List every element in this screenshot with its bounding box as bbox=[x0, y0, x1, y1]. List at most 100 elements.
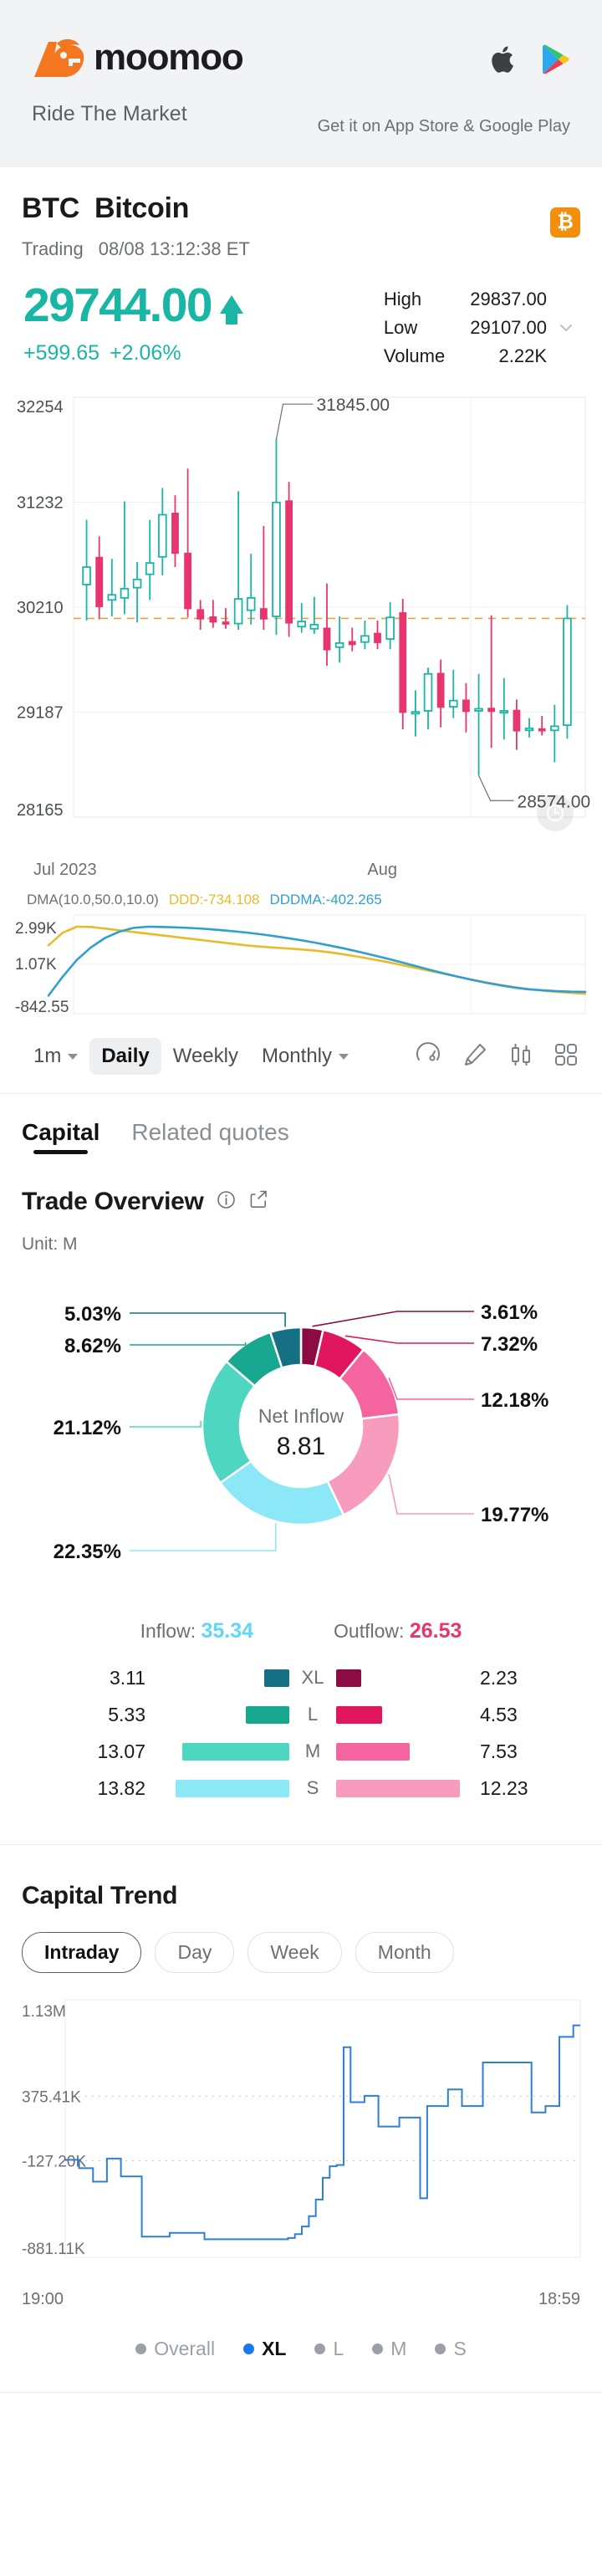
capital-trend-x-axis: 19:00 18:59 bbox=[0, 2288, 602, 2309]
google-play-icon[interactable] bbox=[542, 43, 570, 79]
timeframe-weekly-label: Weekly bbox=[172, 1045, 238, 1067]
capital-trend-legend[interactable]: Overall XL L M S bbox=[0, 2338, 602, 2360]
legend-overall[interactable]: Overall bbox=[135, 2338, 215, 2360]
capital-trend-chart[interactable]: 1.13M 375.41K -127.20K -881.11K bbox=[0, 1973, 602, 2288]
ct-tab-intraday[interactable]: Intraday bbox=[22, 1932, 142, 1973]
ticker-name: Bitcoin bbox=[94, 192, 190, 224]
quote-stats[interactable]: High 29837.00 Low 29107.00 Volume 2.22K bbox=[384, 282, 580, 371]
symbol-row: BTC Bitcoin bbox=[22, 192, 580, 225]
timeframe-1m[interactable]: 1m bbox=[22, 1038, 89, 1075]
legend-xl[interactable]: XL bbox=[243, 2338, 286, 2360]
svg-text:21.12%: 21.12% bbox=[54, 1417, 121, 1439]
inflow-bar-xl bbox=[264, 1669, 289, 1687]
svg-text:28165: 28165 bbox=[17, 801, 64, 820]
price-chart[interactable]: 32254 31232 30210 29187 28165 31845.00 28574.0… bbox=[0, 379, 602, 880]
outflow-bar-s bbox=[336, 1779, 460, 1797]
apple-icon[interactable] bbox=[492, 44, 517, 79]
dma-indicator[interactable]: DMA(10.0,50.0,10.0) DDD:-734.108 DDDMA:-… bbox=[0, 880, 602, 1025]
legend-s[interactable]: S bbox=[435, 2338, 467, 2360]
outflow-value-xl: 2.23 bbox=[480, 1666, 518, 1689]
legend-m[interactable]: M bbox=[372, 2338, 406, 2360]
svg-text:31845.00: 31845.00 bbox=[316, 396, 390, 415]
dma-ddd-value: DDD:-734.108 bbox=[168, 892, 260, 907]
store-badges[interactable] bbox=[492, 43, 570, 79]
inflow-summary: Inflow: 35.34 bbox=[140, 1619, 253, 1643]
brand-logo-row: moomoo bbox=[32, 0, 570, 80]
svg-text:-881.11K: -881.11K bbox=[22, 2241, 85, 2258]
candlestick-type-icon[interactable] bbox=[508, 1041, 533, 1072]
dma-legend: DMA(10.0,50.0,10.0) DDD:-734.108 DDDMA:-… bbox=[8, 892, 594, 908]
flow-bar-row-xl: 3.11 XL 2.23 bbox=[22, 1664, 580, 1692]
flow-bar-row-s: 13.82 S 12.23 bbox=[22, 1774, 580, 1802]
inflow-bar-m bbox=[182, 1742, 289, 1761]
store-cta-text[interactable]: Get it on App Store & Google Play bbox=[318, 117, 570, 136]
x-tick-end: Aug bbox=[367, 861, 397, 879]
ct-tab-day[interactable]: Day bbox=[155, 1932, 235, 1973]
time-axis-toggle-icon[interactable] bbox=[537, 795, 574, 831]
timeframe-daily-label: Daily bbox=[101, 1045, 150, 1067]
svg-text:-842.55: -842.55 bbox=[15, 999, 69, 1016]
flow-bar-row-m: 13.07 M 7.53 bbox=[22, 1737, 580, 1766]
svg-text:29187: 29187 bbox=[17, 704, 64, 723]
candlestick-canvas[interactable]: 322543123230210291872816531845.0028574.0… bbox=[8, 389, 594, 857]
stat-value-low: 29107.00 bbox=[470, 317, 547, 338]
tab-related-quotes[interactable]: Related quotes bbox=[131, 1119, 288, 1154]
chevron-down-icon[interactable] bbox=[557, 319, 575, 337]
price-block: 29744.00 +599.65 +2.06% High 29837.00 Lo… bbox=[22, 282, 580, 371]
donut-canvas[interactable]: Net Inflow 8.81 3.61% 7.32% 12.18% 19.77% 5.03… bbox=[0, 1263, 602, 1614]
flow-bar-label-s: S bbox=[306, 1777, 319, 1798]
capital-trend-title: Capital Trend bbox=[22, 1882, 178, 1909]
indicator-gauge-icon[interactable] bbox=[415, 1041, 441, 1072]
svg-text:19.77%: 19.77% bbox=[481, 1504, 548, 1526]
legend-l[interactable]: L bbox=[314, 2338, 344, 2360]
flow-bar-row-l: 5.33 L 4.53 bbox=[22, 1700, 580, 1729]
timeframe-weekly[interactable]: Weekly bbox=[161, 1038, 250, 1075]
svg-text:2.99K: 2.99K bbox=[15, 920, 57, 938]
moomoo-bull-icon bbox=[32, 35, 87, 80]
ct-tab-week[interactable]: Week bbox=[247, 1932, 342, 1973]
outflow-summary: Outflow: 26.53 bbox=[334, 1619, 462, 1643]
svg-text:22.35%: 22.35% bbox=[54, 1541, 121, 1563]
outflow-bar-xl bbox=[336, 1669, 361, 1687]
market-status: Trading bbox=[22, 238, 84, 259]
timeframe-daily[interactable]: Daily bbox=[89, 1038, 161, 1075]
info-icon[interactable] bbox=[216, 1189, 237, 1214]
timeframe-monthly[interactable]: Monthly bbox=[250, 1038, 360, 1075]
svg-text:1.07K: 1.07K bbox=[15, 956, 57, 974]
draw-pen-icon[interactable] bbox=[462, 1041, 488, 1072]
legend-m-label: M bbox=[390, 2338, 407, 2359]
inflow-value-s: 13.82 bbox=[97, 1776, 145, 1799]
dma-dddma-value: DDDMA:-402.265 bbox=[269, 892, 382, 907]
capital-trend-canvas[interactable]: 1.13M 375.41K -127.20K -881.11K bbox=[18, 1991, 584, 2284]
legend-dot-icon bbox=[243, 2343, 255, 2354]
capital-donut-chart[interactable]: Net Inflow 8.81 3.61% 7.32% 12.18% 19.77% 5.03… bbox=[0, 1263, 602, 1614]
trade-overview-title: Trade Overview bbox=[22, 1188, 204, 1215]
legend-dot-icon bbox=[314, 2343, 326, 2354]
arrow-up-icon bbox=[219, 294, 243, 325]
quote-header: BTC Bitcoin Trading 08/08 13:12:38 ET ₿ … bbox=[0, 167, 602, 379]
legend-dot-icon bbox=[435, 2343, 446, 2354]
inflow-value-xl: 3.11 bbox=[109, 1666, 145, 1689]
legend-s-label: S bbox=[453, 2338, 467, 2359]
section-tabs[interactable]: Capital Related quotes bbox=[0, 1094, 602, 1154]
inflow-bar-s bbox=[176, 1779, 289, 1797]
inflow-value-m: 13.07 bbox=[97, 1740, 145, 1762]
outflow-value: 26.53 bbox=[409, 1619, 462, 1643]
dma-canvas: 2.99K 1.07K -842.55 bbox=[15, 914, 587, 1016]
flow-summary: Inflow: 35.34 Outflow: 26.53 bbox=[0, 1619, 602, 1643]
share-icon[interactable] bbox=[248, 1189, 269, 1214]
legend-dot-icon bbox=[135, 2343, 147, 2354]
stat-row-high: High 29837.00 bbox=[384, 285, 547, 314]
timeframe-toolbar[interactable]: 1m Daily Weekly Monthly bbox=[0, 1025, 602, 1094]
last-price: 29744.00 bbox=[23, 279, 213, 332]
tab-capital[interactable]: Capital bbox=[22, 1119, 99, 1154]
flow-bars: 3.11 XL 2.23 5.33 L 4.53 13.07 M 7.53 13… bbox=[0, 1664, 602, 1802]
x-tick-start: Jul 2023 bbox=[33, 861, 97, 879]
chart-tools[interactable] bbox=[415, 1041, 580, 1072]
svg-text:31232: 31232 bbox=[17, 493, 64, 512]
capital-trend-tabs[interactable]: Intraday Day Week Month bbox=[0, 1910, 602, 1973]
ct-tab-month[interactable]: Month bbox=[355, 1932, 454, 1973]
flow-bar-label-xl: XL bbox=[301, 1667, 324, 1688]
trade-overview-unit: Unit: M bbox=[22, 1234, 78, 1254]
grid-layout-icon[interactable] bbox=[554, 1042, 579, 1071]
